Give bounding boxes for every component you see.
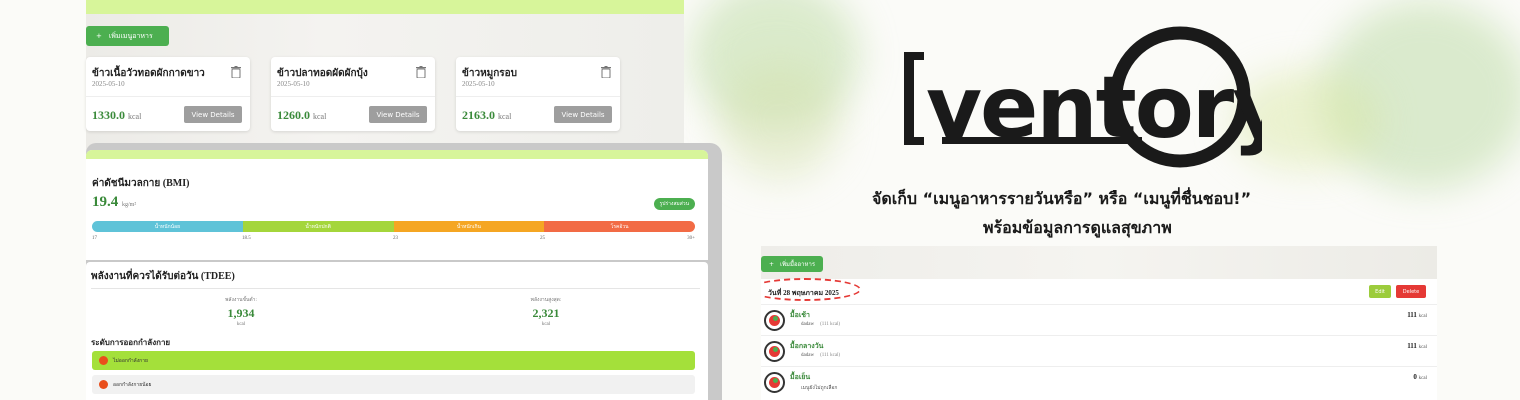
meal-desc: dadaw (111 kcal): [801, 353, 841, 358]
exercise-option[interactable]: ไม่ออกกำลังกาย: [92, 351, 695, 370]
bmi-value: 19.4 kg/m²: [92, 194, 137, 210]
watercolor-blot: [720, 60, 840, 180]
meal-total: 111 kcal: [1407, 311, 1427, 319]
food-date: 2025-05-10: [92, 80, 125, 88]
top-bar: [86, 0, 684, 14]
bmi-tick: 30+: [687, 236, 695, 241]
view-details-button[interactable]: View Details: [369, 106, 427, 123]
logo-text: ventory: [926, 58, 1262, 158]
bmi-scale-overweight: น้ำหนักเกิน: [393, 221, 545, 232]
add-meal-label: เพิ่มมื้ออาหาร: [780, 261, 816, 268]
add-food-button[interactable]: + เพิ่มเมนูอาหาร: [86, 26, 169, 46]
add-meal-button[interactable]: + เพิ่มมื้ออาหาร: [761, 256, 823, 272]
bmi-tick: 18.5: [242, 236, 251, 241]
meal-total: 111 kcal: [1407, 342, 1427, 350]
meal-desc: dadaw (111 kcal): [801, 322, 841, 327]
bmi-tick: 23: [393, 236, 398, 241]
meal-total: 0 kcal: [1413, 373, 1427, 381]
bmi-scale-obese: โรคอ้วน: [544, 221, 695, 232]
tdee-panel: พลังงานที่ควรได้รับต่อวัน (TDEE) พลังงาน…: [86, 262, 708, 400]
delete-button[interactable]: Delete: [1396, 285, 1426, 298]
food-kcal: 1260.0 kcal: [277, 108, 327, 122]
exercise-icon: [99, 356, 108, 365]
edit-button[interactable]: Edit: [1369, 285, 1391, 298]
meal-plate-icon: [764, 310, 785, 331]
meal-name: มื้อเช้า: [790, 311, 810, 319]
bmi-title: ค่าดัชนีมวลกาย (BMI): [92, 178, 190, 189]
view-details-button[interactable]: View Details: [554, 106, 612, 123]
trash-icon[interactable]: [416, 66, 426, 78]
plus-icon: +: [96, 32, 102, 40]
plus-icon: +: [769, 260, 775, 268]
meal-name: มื้อเย็น: [790, 373, 811, 381]
view-details-button[interactable]: View Details: [184, 106, 242, 123]
bmi-status-badge: รูปร่างสมส่วน: [653, 198, 695, 210]
bmi-panel: ค่าดัชนีมวลกาย (BMI) 19.4 kg/m² รูปร่างส…: [86, 150, 708, 260]
food-card: ข้าวเนื้อวัวทอดผักกาดขาว 2025-05-10 1330…: [86, 57, 250, 131]
food-card: ข้าวหมูกรอบ 2025-05-10 2163.0 kcal View …: [456, 57, 620, 131]
day-card: วันที่ 28 พฤษภาคม 2025 Edit Delete มื้อเ…: [761, 278, 1437, 400]
meal-row[interactable]: มื้อเช้า dadaw (111 kcal) 111 kcal: [761, 304, 1437, 335]
bmi-scale-normal: น้ำหนักปกติ: [242, 221, 394, 232]
tdee-title: พลังงานที่ควรได้รับต่อวัน (TDEE): [91, 271, 235, 282]
meal-plate-icon: [764, 341, 785, 362]
bmi-ticks: 17 18.5 23 25 30+: [92, 236, 695, 244]
meal-name: มื้อกลางวัน: [790, 342, 824, 350]
food-name: ข้าวปลาทอดผัดผักบุ้ง: [277, 68, 368, 79]
add-food-label: เพิ่มเมนูอาหาร: [108, 31, 153, 40]
meal-plate-icon: [764, 372, 785, 393]
tagline-line-2: พร้อมข้อมูลการดูแลสุขภาพ: [983, 218, 1172, 237]
food-kcal: 2163.0 kcal: [462, 108, 512, 122]
meal-row[interactable]: มื้อกลางวัน dadaw (111 kcal) 111 kcal: [761, 335, 1437, 366]
bmi-scale-underweight: น้ำหนักน้อย: [92, 221, 243, 232]
meal-desc: เมนูยังไม่ถูกเลือก: [801, 386, 838, 391]
day-title: วันที่ 28 พฤษภาคม 2025: [768, 289, 839, 297]
inventory-logo: ventory: [904, 26, 1262, 168]
trash-icon[interactable]: [231, 66, 241, 78]
trash-icon[interactable]: [601, 66, 611, 78]
exercise-level-title: ระดับการออกกำลังกาย: [91, 338, 171, 347]
tagline-line-1: จัดเก็บ “เมนูอาหารรายวันหรือ” หรือ “เมนู…: [872, 189, 1252, 208]
food-name: ข้าวเนื้อวัวทอดผักกาดขาว: [92, 68, 205, 79]
food-date: 2025-05-10: [462, 80, 495, 88]
meal-row[interactable]: มื้อเย็น เมนูยังไม่ถูกเลือก 0 kcal: [761, 366, 1437, 397]
food-card: ข้าวปลาทอดผัดผักบุ้ง 2025-05-10 1260.0 k…: [271, 57, 435, 131]
food-date: 2025-05-10: [277, 80, 310, 88]
bmi-scale: น้ำหนักน้อย น้ำหนักปกติ น้ำหนักเกิน โรคอ…: [92, 221, 695, 232]
right-app-screenshot: + เพิ่มมื้ออาหาร วันที่ 28 พฤษภาคม 2025 …: [761, 246, 1437, 400]
food-name: ข้าวหมูกรอบ: [462, 68, 518, 79]
bmi-tick: 17: [92, 236, 97, 241]
exercise-option[interactable]: ออกกำลังกายน้อย: [92, 375, 695, 394]
bmr-stat: พลังงานขั้นต่ำ: 1,934 kcal: [225, 298, 257, 327]
exercise-icon: [99, 380, 108, 389]
bmi-tick: 25: [540, 236, 545, 241]
tdee-stat: พลังงานสูงสุด: 2,321 kcal: [530, 298, 562, 327]
food-kcal: 1330.0 kcal: [92, 108, 142, 122]
